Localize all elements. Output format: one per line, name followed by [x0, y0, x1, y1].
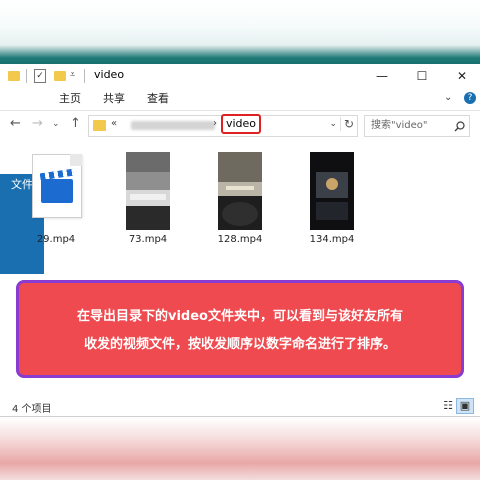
search-placeholder: 搜索"video" [371, 120, 428, 131]
ribbon-expand-icon[interactable]: ⌄ [444, 92, 452, 103]
path-overflow-icon[interactable]: « [111, 118, 117, 129]
banner-line-2: 收发的视频文件，按收发顺序以数字命名进行了排序。 [83, 337, 396, 352]
view-toggle: ☷ ▣ [440, 398, 474, 414]
file-name: 134.mp4 [309, 234, 355, 245]
file-item[interactable]: 134.mp4 [292, 150, 372, 250]
video-thumbnail [126, 152, 170, 230]
file-name: 128.mp4 [217, 234, 263, 245]
address-bar[interactable]: « › video ⌄ ↻ [88, 114, 358, 137]
folder-icon [8, 71, 20, 81]
search-box[interactable]: 搜索"video" [364, 115, 470, 137]
up-button[interactable]: ↑ [70, 116, 81, 131]
details-view-icon[interactable]: ☷ [440, 399, 456, 413]
large-icons-view-icon[interactable]: ▣ [456, 398, 474, 414]
video-thumbnail [218, 152, 262, 230]
recent-locations-icon[interactable]: ⌄ [52, 119, 60, 129]
file-explorer-window: ✓ ⩡ video — ☐ ✕ 文件 主页 共享 查看 ⌄ ? ← → ⌄ ↑ … [0, 64, 480, 417]
close-button[interactable]: ✕ [444, 64, 480, 88]
annotation-banner: 在导出目录下的video文件夹中，可以看到与该好友所有 收发的视频文件，按收发顺… [16, 280, 464, 378]
tab-share[interactable]: 共享 [96, 88, 132, 110]
window-title: video [94, 68, 125, 81]
search-icon [454, 116, 465, 136]
quick-access-dropdown-icon[interactable]: ⩡ [70, 70, 75, 84]
ribbon-tabs: 文件 主页 共享 查看 ⌄ ? [0, 88, 480, 274]
file-name: 73.mp4 [128, 234, 168, 245]
help-icon[interactable]: ? [464, 92, 476, 104]
breadcrumb-current-folder[interactable]: video [221, 114, 261, 134]
video-file-icon [32, 154, 82, 218]
navigation-bar: ← → ⌄ ↑ « › video ⌄ ↻ 搜索"video" [0, 112, 480, 138]
divider [26, 69, 27, 83]
background-bottom [0, 418, 480, 480]
back-button[interactable]: ← [10, 116, 21, 131]
video-thumbnail [310, 152, 354, 230]
address-dropdown-icon[interactable]: ⌄ [329, 119, 337, 129]
file-item[interactable]: 29.mp4 [16, 150, 96, 250]
tab-view[interactable]: 查看 [140, 88, 176, 110]
maximize-button[interactable]: ☐ [404, 64, 440, 88]
refresh-button[interactable]: ↻ [339, 117, 354, 131]
path-separator-icon[interactable]: › [213, 118, 217, 129]
title-bar: ✓ ⩡ video — ☐ ✕ [0, 64, 480, 88]
divider [84, 69, 85, 83]
banner-line-1: 在导出目录下的video文件夹中，可以看到与该好友所有 [77, 309, 403, 324]
new-folder-icon[interactable] [54, 71, 66, 81]
file-item[interactable]: 128.mp4 [200, 150, 280, 250]
minimize-button[interactable]: — [364, 64, 400, 88]
forward-button[interactable]: → [32, 116, 43, 131]
properties-icon[interactable]: ✓ [34, 69, 46, 83]
tab-home[interactable]: 主页 [52, 88, 88, 110]
blurred-path-segment[interactable] [131, 121, 215, 130]
file-name: 29.mp4 [36, 234, 76, 245]
folder-icon [93, 120, 106, 131]
file-item[interactable]: 73.mp4 [108, 150, 188, 250]
item-count: 4 个项目 [12, 404, 52, 415]
